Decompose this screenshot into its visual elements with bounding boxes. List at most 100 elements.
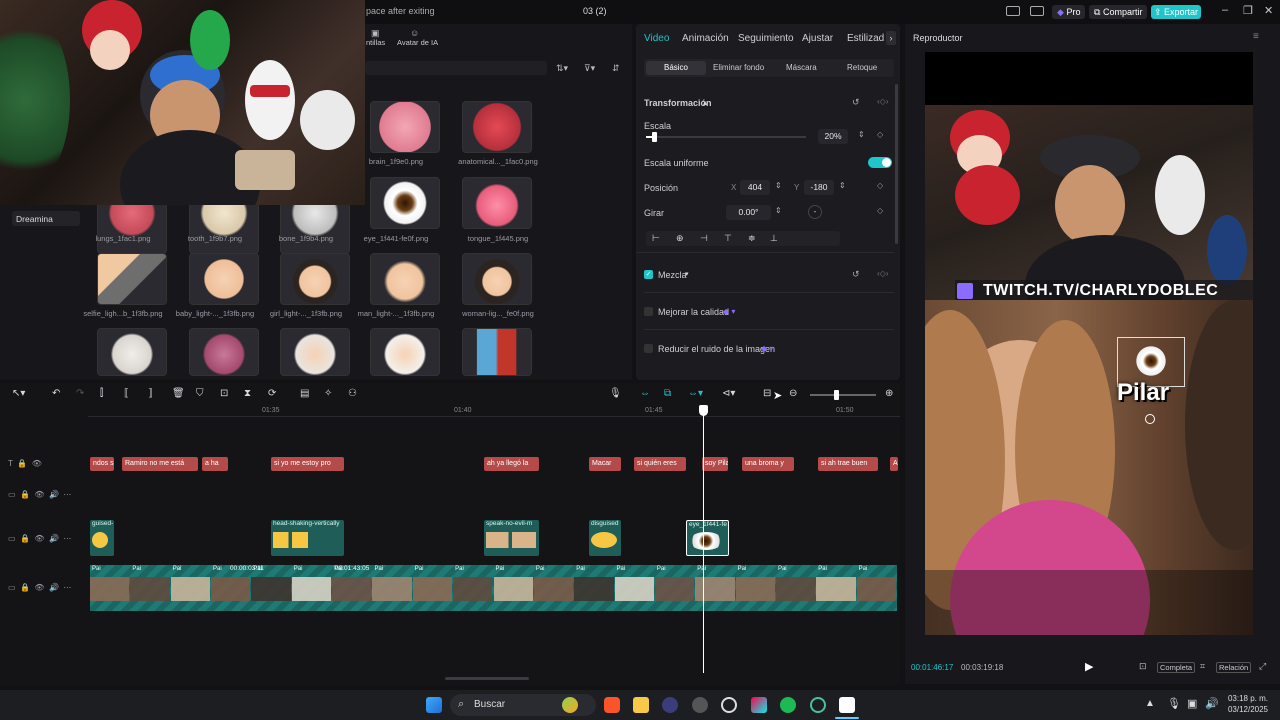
text-clip[interactable]: si quién eres [634,457,686,471]
text-clip[interactable]: Macar [589,457,621,471]
horizontal-scrollbar[interactable] [445,677,529,680]
zoom-out-icon[interactable]: ⊖ [789,388,797,399]
text-clip[interactable]: si yo me estoy pro [271,457,344,471]
subtab-remove-bg[interactable]: Eliminar fondo [713,63,764,72]
magic-icon[interactable]: ✧ [324,388,332,399]
sticker-clip[interactable]: disguised [589,520,621,556]
microphone-icon[interactable]: 🎙 [609,388,622,399]
caption-text[interactable]: Pilar [1117,379,1169,407]
text-clip[interactable]: soy Pila [702,457,728,471]
app-icon[interactable] [692,697,708,713]
align-bottom-icon[interactable]: ⊥ [770,233,778,244]
keyframe-icon[interactable]: ‹◇› [877,269,888,278]
windows-start-icon[interactable] [426,697,442,713]
text-clip[interactable]: ah ya llegó la [484,457,539,471]
media-item-tooth[interactable] [189,202,259,254]
undo-icon[interactable]: ↶ [52,388,60,399]
menu-icon[interactable]: ≡ [1253,31,1259,42]
text-clip[interactable]: A [890,457,898,471]
export-button[interactable]: ⇪ Exportar [1151,5,1201,19]
media-item-bride[interactable] [370,328,440,376]
stepper-icon[interactable]: ⇕ [775,181,782,190]
keyframe-icon[interactable]: ‹◇› [877,97,888,106]
sidebar-item-dreamina[interactable]: Dreamina [12,211,80,226]
crop-icon[interactable]: ⊡ [1139,661,1147,672]
redo-icon[interactable]: ↷ [76,388,84,399]
align-center-icon[interactable]: ⊕ [676,233,684,244]
caption-icon[interactable]: ▤ [300,388,309,399]
sticker-clip[interactable]: speak-no-evil-m [484,520,539,556]
volume-icon[interactable]: 🔊 [1205,697,1219,710]
stepper-icon[interactable]: ⇕ [839,181,846,190]
rotate-input[interactable]: 0.00° [726,205,771,220]
delete-icon[interactable]: 🗑 [172,388,185,399]
media-item-eye[interactable] [370,177,440,229]
sticker-clip[interactable]: guised- [90,520,114,556]
complete-button[interactable]: Completa [1157,662,1196,673]
tab-tracking[interactable]: Seguimiento [738,33,794,44]
align-left-icon[interactable]: ⊢ [652,233,660,244]
capcut-icon[interactable] [839,697,855,713]
media-item-woman[interactable] [462,253,532,305]
media-item-brain[interactable] [370,101,440,153]
maximize-icon[interactable]: ❐ [1243,4,1253,17]
main-track-controls[interactable]: ▭ 🔒 👁 🔊 ⋯ [8,583,71,592]
scale-slider[interactable] [646,132,806,142]
cursor-icon[interactable]: ↖▾ [12,388,25,399]
sort-icon[interactable]: ⇅▾ [556,63,568,74]
caret-up-icon[interactable]: ▴ [703,98,707,107]
align-top-icon[interactable]: ⊤ [724,233,732,244]
keyframe-icon[interactable]: ◇ [877,181,883,190]
video-canvas[interactable]: TWITCH.TV/CHARLYDOBLEC Pilar [925,52,1253,635]
link-icon[interactable]: ⇔ [640,388,650,399]
mirror-icon[interactable]: ⧗ [244,388,251,399]
project-title[interactable]: 03 (2) [583,6,607,16]
play-icon[interactable]: ▶ [1085,660,1093,673]
folder-icon[interactable] [633,697,649,713]
media-item-bone[interactable] [280,202,350,254]
reset-icon[interactable]: ↺ [852,97,860,108]
subtab-retouch[interactable]: Retoque [847,63,877,72]
text-clip[interactable]: si ah trae buen [818,457,878,471]
position-y-input[interactable]: -180 [804,180,834,195]
microphone-icon[interactable]: 🎙 [1167,697,1181,710]
tab-templates[interactable]: ntillas [366,38,385,47]
text-clip[interactable]: ndos sal [90,457,114,471]
taskbar-search[interactable]: ⌕ Buscar [450,694,596,716]
pro-badge[interactable]: ◆ Pro [1052,5,1086,19]
sticker-clip[interactable]: head-shaking-vertically [271,520,344,556]
uniform-scale-toggle[interactable] [868,157,892,168]
tab-video[interactable]: Video [644,33,669,44]
tab-adjust[interactable]: Ajustar [802,33,833,44]
scale-slider-handle[interactable] [652,132,657,142]
zoom-slider[interactable] [810,390,876,400]
spotify-icon[interactable] [780,697,796,713]
media-item-turban[interactable] [280,328,350,376]
text-clip[interactable]: una broma y [742,457,794,471]
align-right-icon[interactable]: ⊣ [700,233,708,244]
clock-time[interactable]: 03:18 p. m. [1226,694,1268,703]
text-clip[interactable]: Ramiro no me está [122,457,198,471]
split-right-icon[interactable]: ⟧ [148,388,153,399]
crop-icon[interactable]: ⊡ [220,388,228,399]
app-icon[interactable] [810,697,826,713]
improve-quality-checkbox[interactable] [644,307,653,316]
sticker-clip-selected[interactable]: eye_1f441-fe [686,520,729,556]
magnet-icon[interactable]: ⧉ [664,388,671,399]
network-icon[interactable]: ▣ [1187,697,1197,710]
fit-icon[interactable]: ⊟ [763,388,771,399]
zoom-in-icon[interactable]: ⊕ [885,388,893,399]
audio-track-controls[interactable]: ▭ 🔒 👁 🔊 ⋯ [8,490,71,499]
filter-icon[interactable]: ⊽▾ [584,63,595,74]
order-icon[interactable]: ⇵ [612,63,620,74]
text-track-controls[interactable]: T 🔒 👁 [8,459,42,468]
brave-icon[interactable] [604,697,620,713]
stepper-icon[interactable]: ⇕ [775,206,782,215]
rotate-dial[interactable]: - [808,205,822,219]
media-item-heart[interactable] [462,101,532,153]
keyboard-icon[interactable] [1030,6,1044,16]
clock-date[interactable]: 03/12/2025 [1226,705,1268,714]
keyframe-icon[interactable]: ◇ [877,206,883,215]
chevron-right-icon[interactable]: › [886,31,896,45]
media-item-couple[interactable] [462,328,532,376]
